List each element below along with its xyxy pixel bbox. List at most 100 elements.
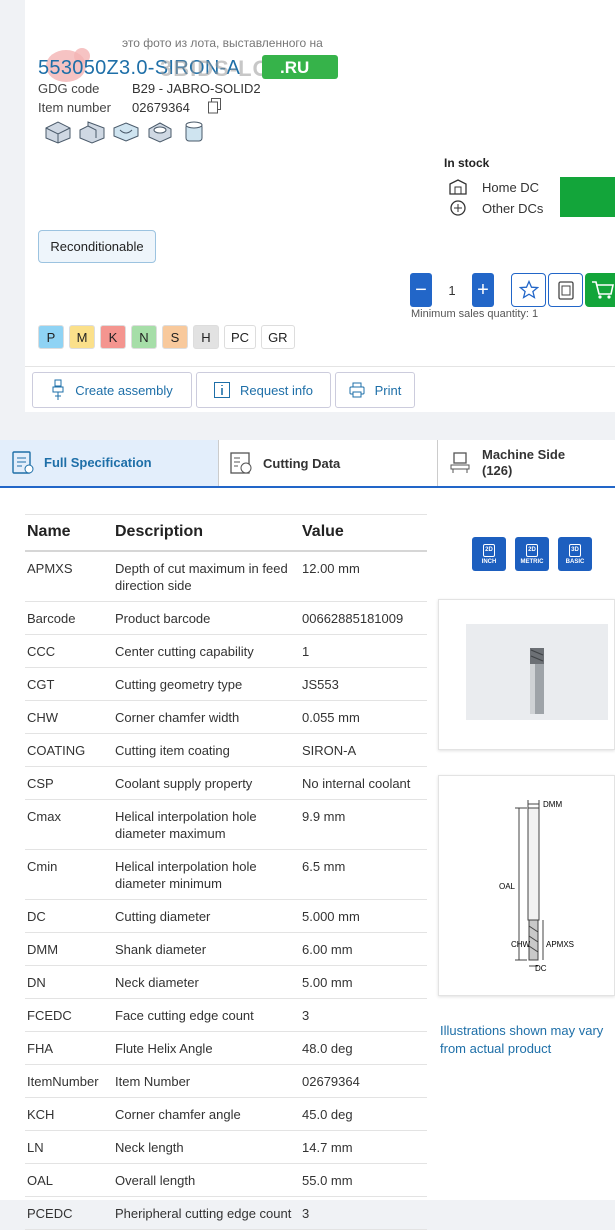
cutting-data-icon [230, 452, 252, 474]
cell-description: Overall length [113, 1163, 300, 1197]
specification-icon [12, 451, 34, 474]
distribution-center-icon [450, 200, 466, 216]
specification-table: Name Description Value APMXS Depth of cut… [25, 514, 427, 1230]
cad-download-buttons: 2D INCH 2D METRIC 3D BASIC [472, 537, 592, 571]
cell-name: DMM [25, 932, 113, 966]
product-photo-card[interactable] [438, 599, 615, 750]
product-photo [466, 624, 608, 720]
tab-cutting-data-label: Cutting Data [263, 455, 341, 471]
cell-description: Face cutting edge count [113, 998, 300, 1032]
cell-name: CCC [25, 634, 113, 668]
tab-full-specification[interactable]: Full Specification [0, 440, 218, 486]
material-badge-s: S [162, 325, 188, 349]
table-row: KCH Corner chamfer angle 45.0 deg [25, 1097, 427, 1131]
cell-description: Cutting item coating [113, 733, 300, 767]
tab-machine-side[interactable]: Machine Side (126) [438, 440, 615, 486]
quantity-input[interactable]: 1 [432, 273, 472, 307]
helical-interpolation-icon [185, 121, 203, 142]
gdg-code-label: GDG code [38, 81, 100, 96]
cell-name: DN [25, 965, 113, 999]
cell-description: Helical interpolation hole diameter maxi… [113, 799, 300, 850]
compare-button[interactable] [548, 273, 583, 307]
table-row: LN Neck length 14.7 mm [25, 1130, 427, 1164]
cell-description: Shank diameter [113, 932, 300, 966]
material-badge-h: H [193, 325, 219, 349]
cell-description: Pheripheral cutting edge count [113, 1196, 300, 1230]
cell-name: CSP [25, 766, 113, 800]
cell-name: FCEDC [25, 998, 113, 1032]
increase-quantity-button[interactable]: + [472, 273, 494, 307]
clipboard-icon [557, 281, 574, 300]
cart-icon [591, 281, 614, 299]
table-row: CSP Coolant supply property No internal co… [25, 766, 427, 800]
info-icon [214, 382, 230, 398]
add-to-cart-button[interactable] [585, 273, 615, 307]
cell-value: 0.055 mm [300, 700, 427, 734]
slot-milling-icon [113, 122, 139, 142]
cell-value: 14.7 mm [300, 1130, 427, 1164]
technical-drawing-card[interactable]: DMM OAL CHW APMXS DC [438, 775, 615, 996]
illustration-note: Illustrations shown may vary from actual… [440, 1023, 604, 1056]
tab-full-specification-label: Full Specification [44, 455, 152, 470]
profile-milling-icon [148, 122, 172, 143]
cell-name: Cmin [25, 849, 113, 900]
decrease-quantity-button[interactable]: − [410, 273, 432, 307]
download-3d-basic-button[interactable]: 3D BASIC [558, 537, 592, 571]
cell-name: Barcode [25, 601, 113, 635]
machine-icon [450, 452, 470, 473]
tab-machine-side-label: Machine Side (126) [482, 447, 566, 478]
material-badge-pc: PC [224, 325, 257, 349]
download-2d-inch-button[interactable]: 2D INCH [472, 537, 506, 571]
specification-tabs: Full Specification Cutting Data Machine … [0, 440, 615, 488]
tab-cutting-data[interactable]: Cutting Data [219, 440, 437, 486]
request-info-button[interactable]: Request info [196, 372, 331, 408]
cell-name: KCH [25, 1097, 113, 1131]
print-button[interactable]: Print [335, 372, 415, 408]
cell-value: 45.0 deg [300, 1097, 427, 1131]
table-row: OAL Overall length 55.0 mm [25, 1163, 427, 1197]
download-2d-metric-button[interactable]: 2D METRIC [515, 537, 549, 571]
cell-name: APMXS [25, 550, 113, 602]
table-row: DN Neck diameter 5.00 mm [25, 965, 427, 999]
column-header-name: Name [25, 514, 113, 552]
cell-value: 5.000 mm [300, 899, 427, 933]
table-row: PCEDC Pheripheral cutting edge count 3 [25, 1196, 427, 1230]
create-assembly-button[interactable]: Create assembly [32, 372, 192, 408]
material-badge-p: P [38, 325, 64, 349]
cell-description: Depth of cut maximum in feed direction s… [113, 550, 300, 602]
cell-description: Helical interpolation hole diameter mini… [113, 849, 300, 900]
warehouse-icon [449, 179, 467, 195]
document-icon: 3D [569, 543, 581, 557]
cell-value: 6.5 mm [300, 849, 427, 900]
quantity-stepper[interactable]: − 1 + [410, 273, 494, 307]
favorite-button[interactable] [511, 273, 546, 307]
drawing-label-dc: DC [535, 964, 547, 973]
copy-icon[interactable] [208, 98, 222, 114]
material-badge-m: M [69, 325, 95, 349]
other-dcs-row: Other DCs [448, 200, 543, 216]
cell-value: 55.0 mm [300, 1163, 427, 1197]
document-icon: 2D [526, 543, 538, 557]
home-dc-row: Home DC [448, 179, 539, 195]
cell-description: Product barcode [113, 601, 300, 635]
cell-name: PCEDC [25, 1196, 113, 1230]
cell-value: 1 [300, 634, 427, 668]
cell-value: 5.00 mm [300, 965, 427, 999]
cell-description: Corner chamfer width [113, 700, 300, 734]
watermark-caption: это фото из лота, выставленного на [122, 36, 323, 50]
cell-description: Item Number [113, 1064, 300, 1098]
material-badge-gr: GR [261, 325, 295, 349]
cell-value: 9.9 mm [300, 799, 427, 850]
table-row: Cmin Helical interpolation hole diameter … [25, 849, 427, 900]
document-icon: 2D [483, 543, 495, 557]
cell-value: 48.0 deg [300, 1031, 427, 1065]
table-row: Cmax Helical interpolation hole diameter … [25, 799, 427, 850]
cell-description: Cutting diameter [113, 899, 300, 933]
home-dc-label: Home DC [482, 179, 540, 195]
cell-description: Cutting geometry type [113, 667, 300, 701]
cell-value: 3 [300, 1196, 427, 1230]
cell-description: Flute Helix Angle [113, 1031, 300, 1065]
gdg-code-value: B29 - JABRO-SOLID2 [132, 81, 261, 96]
cell-description: Neck length [113, 1130, 300, 1164]
print-label: Print [374, 382, 402, 398]
